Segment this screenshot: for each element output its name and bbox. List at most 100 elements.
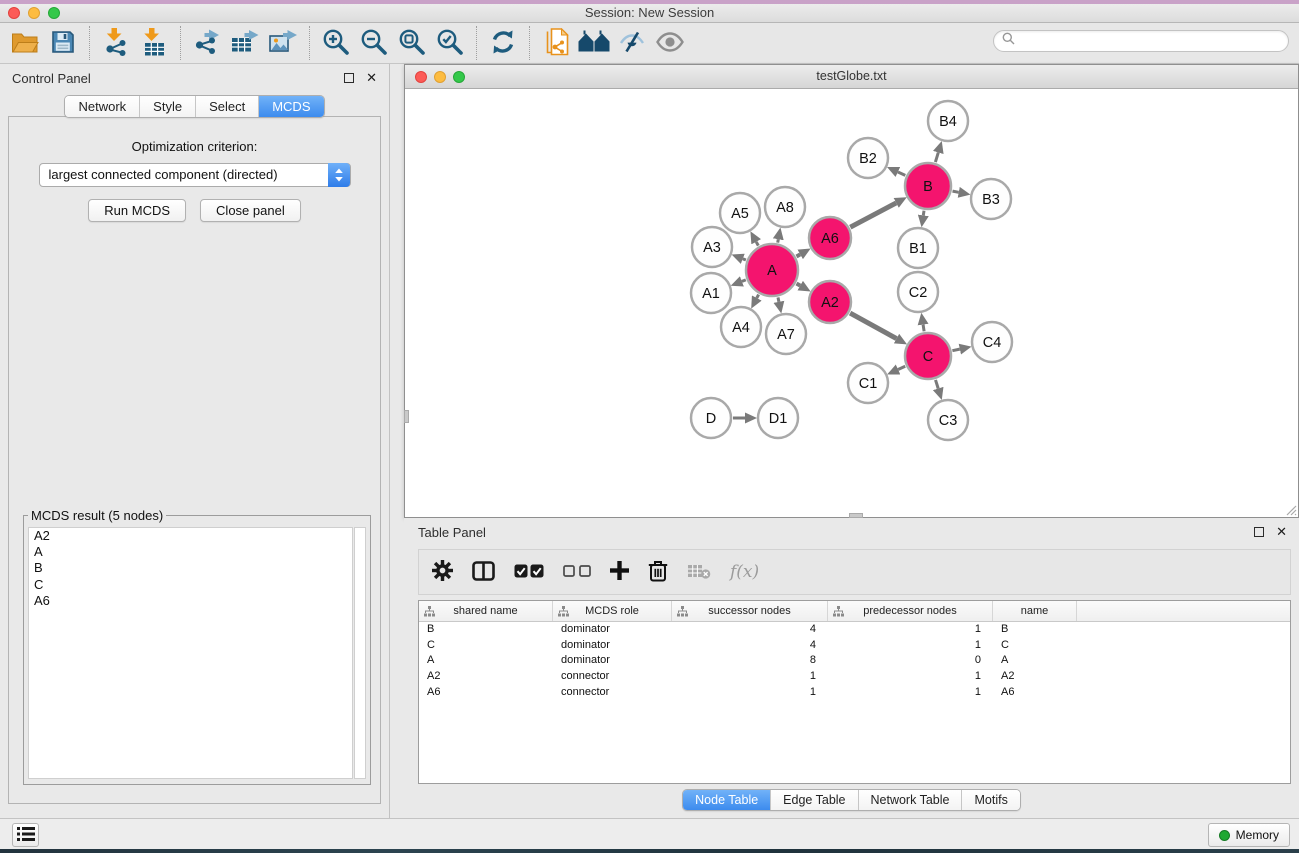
column-header-MCDS-role[interactable]: MCDS role — [553, 601, 672, 621]
cell-successor-nodes: 4 — [672, 622, 828, 638]
network-canvas[interactable]: B4B2BB3A5A8A6A3B1AA1C2A2A4A7C4CC1C3DD1 — [405, 89, 1298, 517]
eye-slash-icon — [618, 30, 646, 57]
function-builder-button[interactable]: f(x) — [730, 562, 759, 582]
import-network-button[interactable] — [97, 25, 135, 61]
float-panel-icon[interactable] — [344, 73, 354, 83]
node-label-B2: B2 — [859, 151, 877, 167]
tab-style[interactable]: Style — [139, 96, 195, 117]
close-table-panel-icon[interactable]: ✕ — [1276, 527, 1287, 537]
tab-network-table[interactable]: Network Table — [858, 790, 962, 810]
edge-C-C1[interactable] — [898, 366, 905, 369]
export-table-button[interactable] — [226, 25, 264, 61]
tab-node-table[interactable]: Node Table — [683, 790, 770, 810]
hide-selection-button[interactable] — [613, 25, 651, 61]
export-network-button[interactable] — [188, 25, 226, 61]
zoom-window-button[interactable] — [48, 7, 60, 19]
mcds-result-item[interactable]: A6 — [29, 593, 352, 609]
memory-button[interactable]: Memory — [1208, 823, 1290, 847]
tab-mcds[interactable]: MCDS — [258, 96, 323, 117]
tab-motifs[interactable]: Motifs — [961, 790, 1019, 810]
edge-A-A7[interactable] — [778, 297, 779, 301]
edge-A-A8[interactable] — [778, 239, 779, 242]
node-label-B3: B3 — [982, 192, 1000, 208]
column-header-name[interactable]: name — [993, 601, 1077, 621]
table-row[interactable]: A6connector11A6 — [419, 685, 1290, 701]
float-table-panel-icon[interactable] — [1254, 527, 1264, 537]
zoom-in-button[interactable] — [317, 25, 355, 61]
table-row[interactable]: A2connector11A2 — [419, 669, 1290, 685]
select-stepper-icon — [328, 163, 350, 187]
table-row[interactable]: Cdominator41C — [419, 638, 1290, 654]
zoom-out-button[interactable] — [355, 25, 393, 61]
mcds-result-item[interactable]: A — [29, 544, 352, 560]
search-input[interactable] — [1020, 34, 1280, 48]
node-label-D1: D1 — [769, 411, 788, 427]
run-mcds-button[interactable]: Run MCDS — [88, 199, 186, 222]
delete-column-button[interactable] — [648, 560, 668, 585]
vertical-scroll-stub[interactable] — [404, 410, 409, 423]
edge-A-A1[interactable] — [742, 280, 746, 282]
mcds-result-list[interactable]: A2ABCA6 — [28, 527, 353, 779]
edge-A-A6[interactable] — [797, 254, 801, 256]
edge-B-B4[interactable] — [935, 153, 938, 163]
zoom-network-window-button[interactable] — [453, 71, 465, 83]
edge-A-A3[interactable] — [743, 259, 746, 260]
mcds-result-item[interactable]: C — [29, 577, 352, 593]
table-row[interactable]: Bdominator41B — [419, 622, 1290, 638]
refresh-button[interactable] — [484, 25, 522, 61]
edge-A-A2[interactable] — [797, 284, 801, 286]
task-history-button[interactable] — [12, 823, 39, 847]
node-table: shared nameMCDS rolesuccessor nodesprede… — [418, 600, 1291, 784]
edge-A-A5[interactable] — [756, 242, 758, 246]
tab-edge-table[interactable]: Edge Table — [770, 790, 857, 810]
import-table-button[interactable] — [135, 25, 173, 61]
edge-A2-C[interactable] — [850, 313, 896, 339]
new-network-from-selection-button[interactable] — [537, 25, 575, 61]
table-row[interactable]: Adominator80A — [419, 653, 1290, 669]
mcds-result-item[interactable]: A2 — [29, 528, 352, 544]
minimize-network-window-button[interactable] — [434, 71, 446, 83]
mcds-result-scrollbar[interactable] — [354, 527, 366, 779]
edge-A6-B[interactable] — [850, 203, 896, 227]
table-settings-button[interactable] — [432, 560, 453, 584]
column-header-predecessor-nodes[interactable]: predecessor nodes — [828, 601, 993, 621]
edge-B-B2[interactable] — [898, 172, 905, 175]
tab-select[interactable]: Select — [195, 96, 258, 117]
edge-C-C4[interactable] — [952, 349, 959, 351]
deselect-all-columns-button[interactable] — [563, 565, 591, 580]
cell-name: A2 — [993, 669, 1077, 685]
show-column-panel-button[interactable] — [472, 561, 495, 584]
first-neighbors-button[interactable] — [575, 25, 613, 61]
close-panel-icon[interactable]: ✕ — [366, 73, 377, 83]
tab-network[interactable]: Network — [65, 96, 139, 117]
zoom-fit-button[interactable] — [393, 25, 431, 61]
open-session-button[interactable] — [6, 25, 44, 61]
optimization-criterion-label: Optimization criterion: — [9, 139, 380, 154]
close-network-window-button[interactable] — [415, 71, 427, 83]
create-column-button[interactable] — [610, 561, 629, 583]
node-label-D: D — [706, 411, 716, 427]
column-header-shared-name[interactable]: shared name — [419, 601, 553, 621]
node-label-B4: B4 — [939, 114, 957, 130]
save-session-button[interactable] — [44, 25, 82, 61]
optimization-criterion-select[interactable]: largest connected component (directed) — [39, 163, 351, 187]
window-title: Session: New Session — [0, 4, 1299, 22]
edge-C-C3[interactable] — [936, 380, 939, 389]
show-all-button[interactable] — [651, 25, 689, 61]
edge-A-A4[interactable] — [757, 295, 759, 298]
node-label-A1: A1 — [702, 286, 720, 302]
edge-C-C2[interactable] — [923, 325, 924, 332]
resize-grip-icon[interactable] — [1284, 503, 1297, 516]
mcds-result-item[interactable]: B — [29, 560, 352, 576]
delete-table-button[interactable] — [687, 563, 711, 582]
column-header-successor-nodes[interactable]: successor nodes — [672, 601, 828, 621]
minimize-window-button[interactable] — [28, 7, 40, 19]
search-field[interactable] — [993, 30, 1289, 52]
close-window-button[interactable] — [8, 7, 20, 19]
zoom-selected-button[interactable] — [431, 25, 469, 61]
edge-B-B1[interactable] — [923, 211, 924, 216]
close-panel-button[interactable]: Close panel — [200, 199, 301, 222]
select-all-columns-button[interactable] — [514, 564, 544, 581]
edge-B-B3[interactable] — [953, 191, 959, 192]
export-image-button[interactable] — [264, 25, 302, 61]
